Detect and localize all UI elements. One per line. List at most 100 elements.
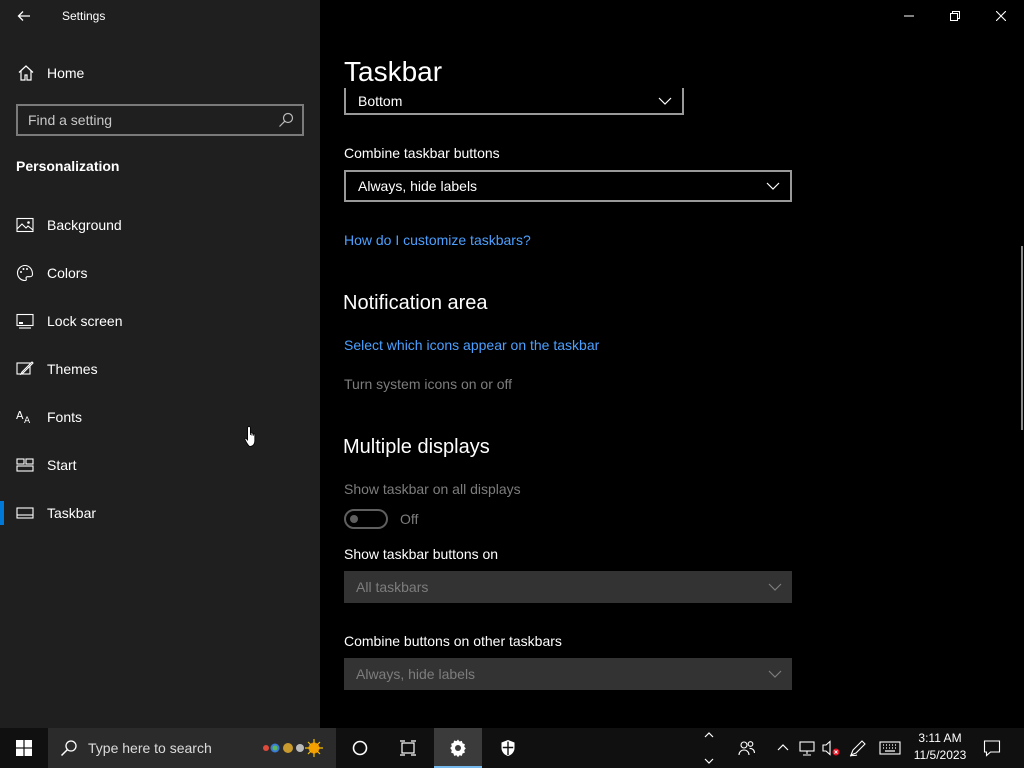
taskbar-scroll-control[interactable] xyxy=(702,728,716,768)
minimize-button[interactable] xyxy=(886,0,932,32)
svg-text:A: A xyxy=(16,409,24,422)
volume-button[interactable] xyxy=(820,728,842,768)
home-nav-item[interactable]: Home xyxy=(0,56,320,90)
selection-indicator xyxy=(0,501,4,525)
sidebar-item-lock-screen[interactable]: Lock screen xyxy=(0,301,320,341)
people-icon xyxy=(738,741,756,756)
taskbar-location-dropdown[interactable]: Bottom xyxy=(344,88,684,115)
chevron-down-icon xyxy=(766,182,780,190)
gear-icon xyxy=(450,739,466,758)
combine-other-dropdown[interactable]: Always, hide labels xyxy=(344,658,792,690)
sidebar-item-themes[interactable]: Themes xyxy=(0,349,320,389)
settings-taskbar-button[interactable] xyxy=(434,728,482,768)
show-all-displays-label: Show taskbar on all displays xyxy=(344,481,521,497)
chevron-down-icon xyxy=(768,583,782,591)
pen-icon xyxy=(849,740,866,757)
restore-button[interactable] xyxy=(932,0,978,32)
start-icon xyxy=(16,456,34,474)
search-placeholder: Type here to search xyxy=(88,740,212,756)
customize-taskbars-link[interactable]: How do I customize taskbars? xyxy=(344,232,531,248)
task-view-icon xyxy=(400,740,416,756)
back-arrow-icon xyxy=(17,11,30,21)
updown-arrows-icon xyxy=(704,732,714,764)
sidebar-item-label: Taskbar xyxy=(47,505,97,521)
sidebar-item-label: Lock screen xyxy=(47,313,123,329)
sidebar-item-label: Start xyxy=(47,457,77,473)
system-icons-link[interactable]: Turn system icons on or off xyxy=(344,376,512,392)
chevron-down-icon xyxy=(658,97,672,105)
lock-screen-icon xyxy=(16,312,34,330)
app-title: Settings xyxy=(62,9,106,23)
show-hidden-icons-button[interactable] xyxy=(774,728,792,768)
themes-icon xyxy=(16,360,34,378)
sidebar-item-taskbar[interactable]: Taskbar xyxy=(0,493,320,533)
chevron-down-icon xyxy=(768,670,782,678)
fonts-icon: AA xyxy=(16,408,34,426)
sidebar-item-label: Fonts xyxy=(47,409,83,425)
chevron-up-icon xyxy=(777,744,789,751)
minimize-icon xyxy=(904,15,914,17)
shield-icon xyxy=(501,740,515,756)
start-button[interactable] xyxy=(0,728,48,768)
clock[interactable]: 3:11 AM 11/5/2023 xyxy=(906,730,974,766)
show-buttons-on-dropdown[interactable]: All taskbars xyxy=(344,571,792,603)
sidebar-item-label: Themes xyxy=(47,361,98,377)
sidebar-item-fonts[interactable]: AA Fonts xyxy=(0,397,320,437)
dropdown-value: Always, hide labels xyxy=(356,666,476,682)
action-center-button[interactable] xyxy=(978,728,1006,768)
show-all-displays-toggle[interactable] xyxy=(344,509,388,529)
section-title-personalization: Personalization xyxy=(16,158,120,174)
scrollbar-thumb[interactable] xyxy=(1021,246,1023,430)
sidebar-item-background[interactable]: Background xyxy=(0,205,320,245)
people-button[interactable] xyxy=(734,728,760,768)
restore-icon xyxy=(950,11,960,21)
network-button[interactable] xyxy=(796,728,818,768)
pen-workspace-button[interactable] xyxy=(846,728,870,768)
svg-text:A: A xyxy=(24,416,31,425)
toggle-state-label: Off xyxy=(400,511,419,527)
taskbar-search-box[interactable]: Type here to search xyxy=(48,728,336,768)
combine-buttons-dropdown[interactable]: Always, hide labels xyxy=(344,170,792,202)
search-highlight-illustration-icon xyxy=(263,739,323,757)
volume-muted-icon xyxy=(822,740,840,756)
toggle-knob xyxy=(350,515,358,523)
notification-icon xyxy=(983,740,1001,757)
find-setting-search-box[interactable]: Find a setting xyxy=(16,104,304,136)
multiple-displays-heading: Multiple displays xyxy=(343,436,490,458)
cortana-circle-icon xyxy=(352,740,368,756)
keyboard-icon xyxy=(879,741,901,755)
content-pane: Taskbar Bottom Combine taskbar buttons A… xyxy=(320,0,1024,728)
navigation-pane: Settings Home Find a setting Personaliza… xyxy=(0,0,320,728)
taskbar-icon xyxy=(16,504,34,522)
combine-other-label: Combine buttons on other taskbars xyxy=(344,633,562,649)
taskbar: Type here to search 3:11 AM 11/5/2023 xyxy=(0,728,1024,768)
hand-cursor-icon xyxy=(244,426,256,447)
combine-buttons-label: Combine taskbar buttons xyxy=(344,145,500,161)
home-label: Home xyxy=(47,65,85,81)
windows-logo-icon xyxy=(16,740,32,756)
sidebar-item-colors[interactable]: Colors xyxy=(0,253,320,293)
task-view-button[interactable] xyxy=(384,728,432,768)
image-icon xyxy=(16,216,34,234)
home-icon xyxy=(17,64,35,82)
select-icons-link[interactable]: Select which icons appear on the taskbar xyxy=(344,337,599,353)
page-title: Taskbar xyxy=(344,56,443,87)
sidebar-item-start[interactable]: Start xyxy=(0,445,320,485)
clock-time: 3:11 AM xyxy=(918,731,962,745)
security-taskbar-button[interactable] xyxy=(484,728,532,768)
network-icon xyxy=(799,741,815,756)
touch-keyboard-button[interactable] xyxy=(876,728,904,768)
cortana-button[interactable] xyxy=(336,728,384,768)
show-buttons-on-label: Show taskbar buttons on xyxy=(344,546,499,562)
palette-icon xyxy=(16,264,34,282)
dropdown-value: Bottom xyxy=(358,92,403,109)
close-button[interactable] xyxy=(978,0,1024,32)
dropdown-value: All taskbars xyxy=(356,579,429,595)
search-placeholder: Find a setting xyxy=(28,112,113,128)
title-bar: Settings xyxy=(0,0,320,32)
sidebar-item-label: Colors xyxy=(47,265,88,281)
sidebar-item-label: Background xyxy=(47,217,122,233)
search-icon[interactable] xyxy=(278,112,294,128)
back-button[interactable] xyxy=(8,2,40,30)
close-icon xyxy=(996,11,1006,21)
